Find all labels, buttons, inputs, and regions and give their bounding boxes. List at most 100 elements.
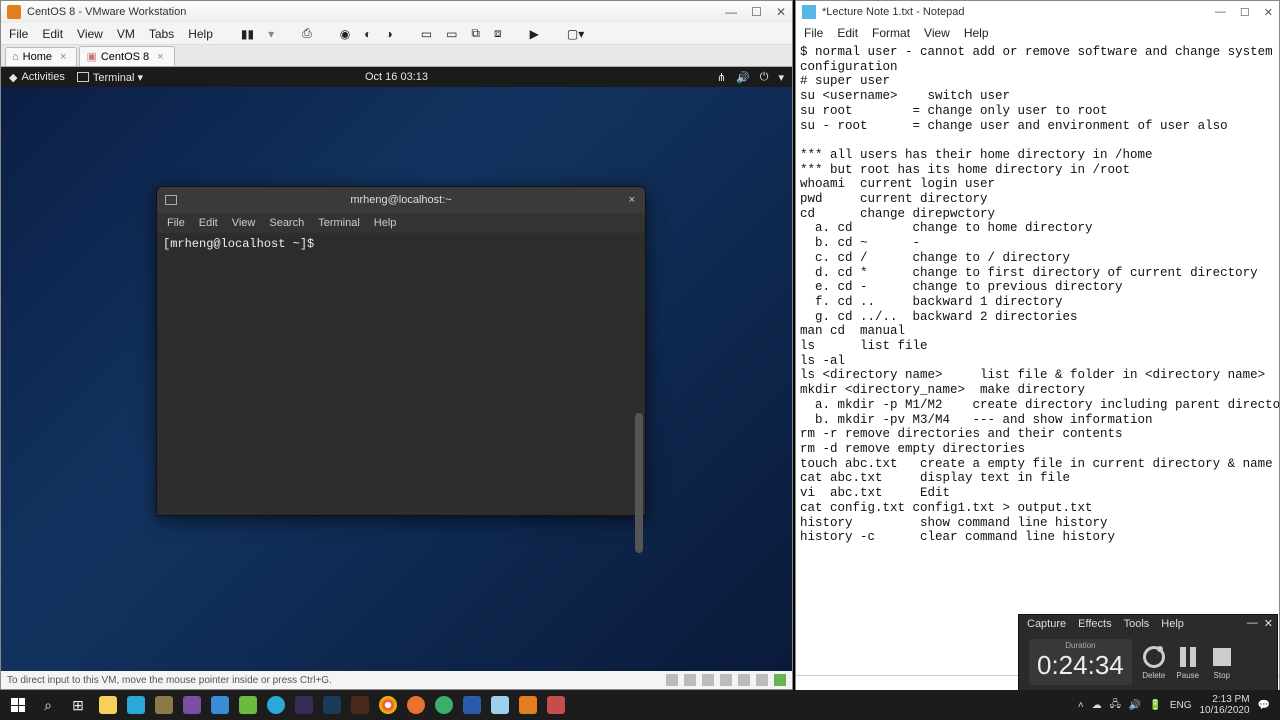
terminal-close-button[interactable]: × bbox=[629, 194, 635, 206]
device-icon[interactable] bbox=[738, 674, 750, 686]
terminal-titlebar[interactable]: mrheng@localhost:~ × bbox=[157, 187, 645, 213]
minimize-button[interactable]: — bbox=[1215, 6, 1226, 19]
tray-network-icon[interactable]: 🖧 bbox=[1110, 697, 1121, 714]
app-telegram[interactable] bbox=[262, 691, 290, 719]
app-recorder[interactable] bbox=[542, 691, 570, 719]
tab-centos[interactable]: ▣CentOS 8× bbox=[79, 46, 174, 66]
menu-view[interactable]: View bbox=[77, 27, 103, 41]
screen-recorder[interactable]: Capture Effects Tools Help —✕ Duration 0… bbox=[1018, 614, 1278, 692]
device-icon[interactable] bbox=[702, 674, 714, 686]
gnome-terminal-window[interactable]: mrheng@localhost:~ × File Edit View Sear… bbox=[156, 186, 646, 516]
app-3d[interactable] bbox=[122, 691, 150, 719]
revert-icon[interactable]: ◑ bbox=[385, 27, 392, 41]
tray-clock[interactable]: 2:13 PM 10/16/2020 bbox=[1199, 694, 1249, 716]
device-icon[interactable] bbox=[720, 674, 732, 686]
snapshot-manage-icon[interactable]: ◐ bbox=[364, 27, 371, 41]
menu-dropdown-icon[interactable]: ▾ bbox=[778, 71, 784, 84]
np-menu-file[interactable]: File bbox=[804, 26, 823, 40]
close-tab-icon[interactable]: × bbox=[60, 51, 66, 63]
vm-desktop[interactable]: ◆ Activities Terminal ▾ Oct 16 03:13 ⋔ 🔊… bbox=[1, 67, 792, 671]
snapshot-icon[interactable]: ◉ bbox=[340, 27, 350, 41]
device-icon-connected[interactable] bbox=[774, 674, 786, 686]
np-menu-help[interactable]: Help bbox=[964, 26, 989, 40]
term-menu-search[interactable]: Search bbox=[269, 217, 304, 229]
rec-menu-tools[interactable]: Tools bbox=[1124, 618, 1150, 630]
minimize-button[interactable]: — bbox=[1247, 617, 1258, 630]
terminal-body[interactable]: [mrheng@localhost ~]$ bbox=[157, 233, 645, 515]
layout-icon[interactable]: ▭ bbox=[421, 27, 432, 41]
layout4-icon[interactable]: ⧈ bbox=[494, 26, 502, 41]
app-misc1[interactable] bbox=[430, 691, 458, 719]
notepad-titlebar[interactable]: *Lecture Note 1.txt - Notepad — ☐ ✕ bbox=[796, 1, 1279, 23]
app-camtasia[interactable] bbox=[234, 691, 262, 719]
start-button[interactable] bbox=[4, 691, 32, 719]
np-menu-edit[interactable]: Edit bbox=[837, 26, 858, 40]
pause-button[interactable]: Pause bbox=[1176, 645, 1200, 680]
notepad-textarea[interactable]: $ normal user - cannot add or remove sof… bbox=[796, 43, 1279, 675]
volume-icon[interactable]: 🔊 bbox=[736, 71, 750, 84]
clock[interactable]: Oct 16 03:13 bbox=[365, 71, 428, 83]
unity-icon[interactable]: ▢▾ bbox=[567, 27, 584, 41]
maximize-button[interactable]: ☐ bbox=[751, 5, 762, 19]
menu-vm[interactable]: VM bbox=[117, 27, 135, 41]
rec-menu-effects[interactable]: Effects bbox=[1078, 618, 1111, 630]
maximize-button[interactable]: ☐ bbox=[1240, 6, 1250, 19]
app-chrome[interactable] bbox=[374, 691, 402, 719]
app-vs[interactable] bbox=[178, 691, 206, 719]
app-word[interactable] bbox=[458, 691, 486, 719]
send-ctrlaltdel-icon[interactable]: ⎙ bbox=[302, 26, 312, 41]
term-menu-terminal[interactable]: Terminal bbox=[318, 217, 360, 229]
rec-menu-help[interactable]: Help bbox=[1161, 618, 1184, 630]
device-icon[interactable] bbox=[756, 674, 768, 686]
tray-language[interactable]: ENG bbox=[1170, 700, 1192, 711]
stop-button[interactable]: Stop bbox=[1210, 645, 1234, 680]
app-tools[interactable] bbox=[150, 691, 178, 719]
app-ps[interactable] bbox=[318, 691, 346, 719]
power-dropdown[interactable]: ▾ bbox=[268, 27, 274, 41]
vmware-titlebar[interactable]: CentOS 8 - VMware Workstation — ☐ ✕ bbox=[1, 1, 792, 23]
activities-button[interactable]: ◆ Activities bbox=[9, 71, 65, 84]
terminal-indicator[interactable]: Terminal ▾ bbox=[77, 71, 143, 84]
device-icon[interactable] bbox=[666, 674, 678, 686]
tray-battery-icon[interactable]: 🔋 bbox=[1149, 700, 1161, 711]
taskview-button[interactable]: ⊞ bbox=[64, 691, 92, 719]
tab-home[interactable]: ⌂Home× bbox=[5, 47, 77, 66]
tray-notifications-icon[interactable]: 💬 bbox=[1258, 700, 1270, 711]
search-button[interactable]: ⌕ bbox=[34, 691, 62, 719]
close-button[interactable]: ✕ bbox=[1264, 617, 1273, 630]
app-ae[interactable] bbox=[290, 691, 318, 719]
terminal-scrollbar[interactable] bbox=[635, 413, 643, 553]
tray-onedrive-icon[interactable]: ☁ bbox=[1092, 700, 1102, 711]
term-menu-view[interactable]: View bbox=[232, 217, 256, 229]
app-explorer[interactable] bbox=[94, 691, 122, 719]
app-ai[interactable] bbox=[346, 691, 374, 719]
app-firefox[interactable] bbox=[402, 691, 430, 719]
term-menu-file[interactable]: File bbox=[167, 217, 185, 229]
app-vscode[interactable] bbox=[206, 691, 234, 719]
layout2-icon[interactable]: ▭ bbox=[446, 27, 457, 41]
power-icon[interactable]: ⏻ bbox=[760, 71, 769, 84]
close-button[interactable]: ✕ bbox=[1264, 6, 1273, 19]
menu-edit[interactable]: Edit bbox=[42, 27, 63, 41]
np-menu-view[interactable]: View bbox=[924, 26, 950, 40]
layout3-icon[interactable]: ⧉ bbox=[471, 26, 480, 41]
app-notepad[interactable] bbox=[486, 691, 514, 719]
device-icon[interactable] bbox=[684, 674, 696, 686]
pause-vm-button[interactable]: ▮▮ bbox=[241, 27, 254, 41]
term-menu-edit[interactable]: Edit bbox=[199, 217, 218, 229]
term-menu-help[interactable]: Help bbox=[374, 217, 397, 229]
menu-tabs[interactable]: Tabs bbox=[149, 27, 174, 41]
close-button[interactable]: ✕ bbox=[776, 5, 786, 19]
tray-volume-icon[interactable]: 🔊 bbox=[1129, 700, 1141, 711]
rec-menu-capture[interactable]: Capture bbox=[1027, 618, 1066, 630]
close-tab-icon[interactable]: × bbox=[157, 51, 163, 63]
menu-help[interactable]: Help bbox=[188, 27, 213, 41]
menu-file[interactable]: File bbox=[9, 27, 28, 41]
fullscreen-icon[interactable]: ▶ bbox=[530, 27, 539, 41]
np-menu-format[interactable]: Format bbox=[872, 26, 910, 40]
app-vmware[interactable] bbox=[514, 691, 542, 719]
minimize-button[interactable]: — bbox=[725, 5, 737, 19]
network-icon[interactable]: ⋔ bbox=[717, 71, 726, 84]
tray-chevron-icon[interactable]: ˄ bbox=[1078, 700, 1084, 711]
delete-button[interactable]: Delete bbox=[1142, 645, 1166, 680]
